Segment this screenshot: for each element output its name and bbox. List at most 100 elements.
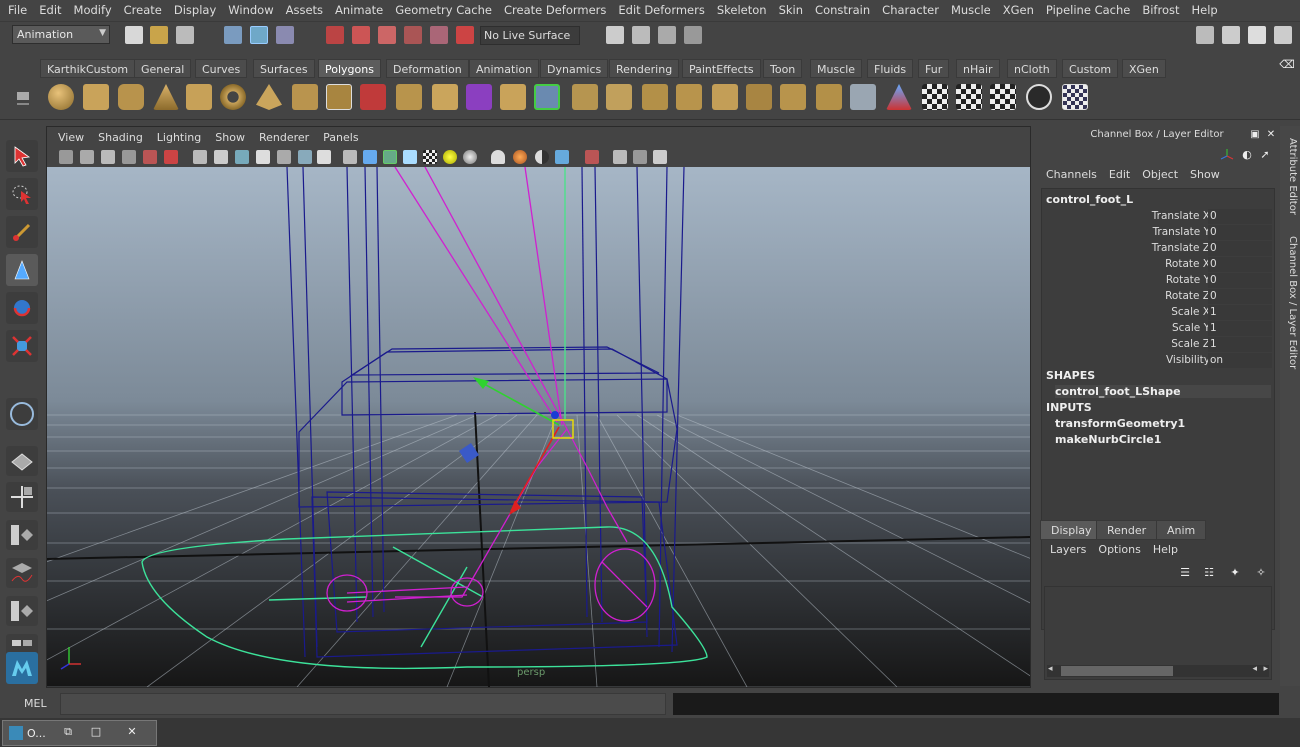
- shelf-tab-nhair[interactable]: nHair: [956, 59, 1000, 78]
- boolean-union-icon[interactable]: [432, 84, 458, 110]
- input-node-item[interactable]: transformGeometry1: [1055, 417, 1185, 430]
- channel-box-menu-edit[interactable]: Edit: [1103, 168, 1136, 186]
- poke-face-icon[interactable]: [816, 84, 842, 110]
- shelf-tab-animation[interactable]: Animation: [469, 59, 540, 78]
- tool-settings-toggle-icon[interactable]: [1248, 26, 1266, 44]
- channel-row[interactable]: Translate X0: [1042, 209, 1274, 225]
- bevel-icon[interactable]: [642, 84, 668, 110]
- xray-icon[interactable]: [403, 150, 417, 164]
- append-polygon-icon[interactable]: [572, 84, 598, 110]
- mel-label[interactable]: MEL: [24, 697, 47, 710]
- bridge-icon[interactable]: [534, 84, 560, 110]
- hud-icon[interactable]: [653, 150, 667, 164]
- channel-box-menu-channels[interactable]: Channels: [1040, 168, 1103, 186]
- channel-value[interactable]: 1: [1208, 305, 1272, 320]
- render-frame-icon[interactable]: [632, 26, 650, 44]
- merge-vertices-icon[interactable]: [746, 84, 772, 110]
- textured-icon[interactable]: [423, 150, 437, 164]
- snap-view-plane-icon[interactable]: [404, 26, 422, 44]
- uv-layout-icon[interactable]: [990, 84, 1016, 110]
- render-view-icon[interactable]: [606, 26, 624, 44]
- input-node-item[interactable]: makeNurbCircle1: [1055, 433, 1161, 446]
- channel-row[interactable]: Scale Z1: [1042, 337, 1274, 353]
- channel-value[interactable]: 0: [1208, 209, 1272, 224]
- shelf-tab-custom[interactable]: Custom: [1062, 59, 1119, 78]
- channel-row[interactable]: Rotate Y0: [1042, 273, 1274, 289]
- shape-node-item[interactable]: control_foot_LShape: [1055, 385, 1271, 398]
- channel-row[interactable]: Scale X1: [1042, 305, 1274, 321]
- attribute-editor-tab[interactable]: Attribute Editor: [1282, 138, 1298, 215]
- shelf-tab-general[interactable]: General: [134, 59, 192, 78]
- wireframe-icon[interactable]: [343, 150, 357, 164]
- layer-tab-display[interactable]: Display: [1040, 520, 1103, 540]
- layer-menu-layers[interactable]: Layers: [1044, 543, 1092, 556]
- ipr-render-icon[interactable]: [658, 26, 676, 44]
- channel-value[interactable]: 0: [1208, 257, 1272, 272]
- poly-sphere-icon[interactable]: [48, 84, 74, 110]
- menu-window[interactable]: Window: [222, 0, 279, 21]
- selected-node-name[interactable]: control_foot_L: [1046, 193, 1133, 206]
- shelf-tab-surfaces[interactable]: Surfaces: [253, 59, 315, 78]
- channel-value[interactable]: on: [1208, 353, 1272, 368]
- poly-soccer-ball-icon[interactable]: [326, 84, 352, 110]
- scroll-left-icon-2[interactable]: ◂: [1252, 664, 1257, 674]
- last-tool-icon[interactable]: [6, 398, 38, 430]
- persp-outliner-layout-icon[interactable]: [6, 520, 38, 550]
- select-tool-icon[interactable]: [6, 140, 38, 172]
- channel-box-menu-object[interactable]: Object: [1136, 168, 1184, 186]
- channel-box-toggle-icon[interactable]: [1274, 26, 1292, 44]
- viewport-menu-panels[interactable]: Panels: [316, 131, 365, 144]
- channel-value[interactable]: 0: [1208, 241, 1272, 256]
- offset-edge-loop-icon[interactable]: [712, 84, 738, 110]
- menu-animate[interactable]: Animate: [329, 0, 389, 21]
- open-scene-icon[interactable]: [150, 26, 168, 44]
- close-panel-icon[interactable]: ✕: [1262, 128, 1280, 142]
- poly-cube-icon[interactable]: [83, 84, 109, 110]
- channel-box-pin-icon[interactable]: ➚: [1256, 148, 1274, 162]
- menu-xgen[interactable]: XGen: [997, 0, 1040, 21]
- menu-file[interactable]: File: [2, 0, 33, 21]
- channel-value[interactable]: 0: [1208, 225, 1272, 240]
- viewport-menu-renderer[interactable]: Renderer: [252, 131, 316, 144]
- select-component-icon[interactable]: [276, 26, 294, 44]
- viewport-scene[interactable]: [47, 167, 1030, 687]
- lasso-tool-icon[interactable]: [6, 178, 38, 210]
- viewport-menu-show[interactable]: Show: [208, 131, 252, 144]
- four-view-layout-icon[interactable]: [6, 482, 38, 512]
- channel-box-menu-show[interactable]: Show: [1184, 168, 1226, 186]
- menu-pipeline-cache[interactable]: Pipeline Cache: [1040, 0, 1136, 21]
- insert-edge-loop-icon[interactable]: [676, 84, 702, 110]
- new-empty-layer-icon[interactable]: ✦: [1226, 566, 1244, 580]
- channel-row[interactable]: Rotate Z0: [1042, 289, 1274, 305]
- move-layer-up-icon[interactable]: ☰: [1176, 566, 1194, 580]
- menu-muscle[interactable]: Muscle: [945, 0, 997, 21]
- resolution-gate-icon[interactable]: [235, 150, 249, 164]
- film-gate-icon[interactable]: [214, 150, 228, 164]
- collapse-icon[interactable]: [780, 84, 806, 110]
- channel-row[interactable]: Visibility on: [1042, 353, 1274, 369]
- planar-mapping-icon[interactable]: [850, 84, 876, 110]
- xray-joints-icon[interactable]: [613, 150, 627, 164]
- default-lighting-icon[interactable]: [443, 150, 457, 164]
- channel-value[interactable]: 0: [1208, 273, 1272, 288]
- close-icon[interactable]: ✕: [123, 725, 141, 739]
- shelf-tab-deformation[interactable]: Deformation: [386, 59, 469, 78]
- menu-help[interactable]: Help: [1186, 0, 1224, 21]
- uv-sphere-checker-icon[interactable]: [1026, 84, 1052, 110]
- shelf-tab-karthikcustom[interactable]: KarthikCustom: [40, 59, 136, 78]
- modeling-toolkit-icon[interactable]: [1196, 26, 1214, 44]
- select-camera-icon[interactable]: [59, 150, 73, 164]
- maximize-icon[interactable]: □: [87, 725, 105, 739]
- shelf-tab-painteffects[interactable]: PaintEffects: [682, 59, 761, 78]
- rotate-tool-icon[interactable]: [6, 292, 38, 324]
- menu-skeleton[interactable]: Skeleton: [711, 0, 773, 21]
- menu-set-dropdown[interactable]: Animation ▼: [12, 25, 110, 44]
- channel-box-axis-icon[interactable]: [1218, 148, 1236, 162]
- snap-point-icon[interactable]: [378, 26, 396, 44]
- magnet-icon[interactable]: [456, 26, 474, 44]
- poly-pipe-icon[interactable]: [292, 84, 318, 110]
- perspective-viewport[interactable]: View Shading Lighting Show Renderer Pane…: [46, 126, 1031, 688]
- scroll-right-icon[interactable]: ▸: [1263, 664, 1268, 674]
- shelf-tab-fur[interactable]: Fur: [918, 59, 950, 78]
- uv-unfold-icon[interactable]: [956, 84, 982, 110]
